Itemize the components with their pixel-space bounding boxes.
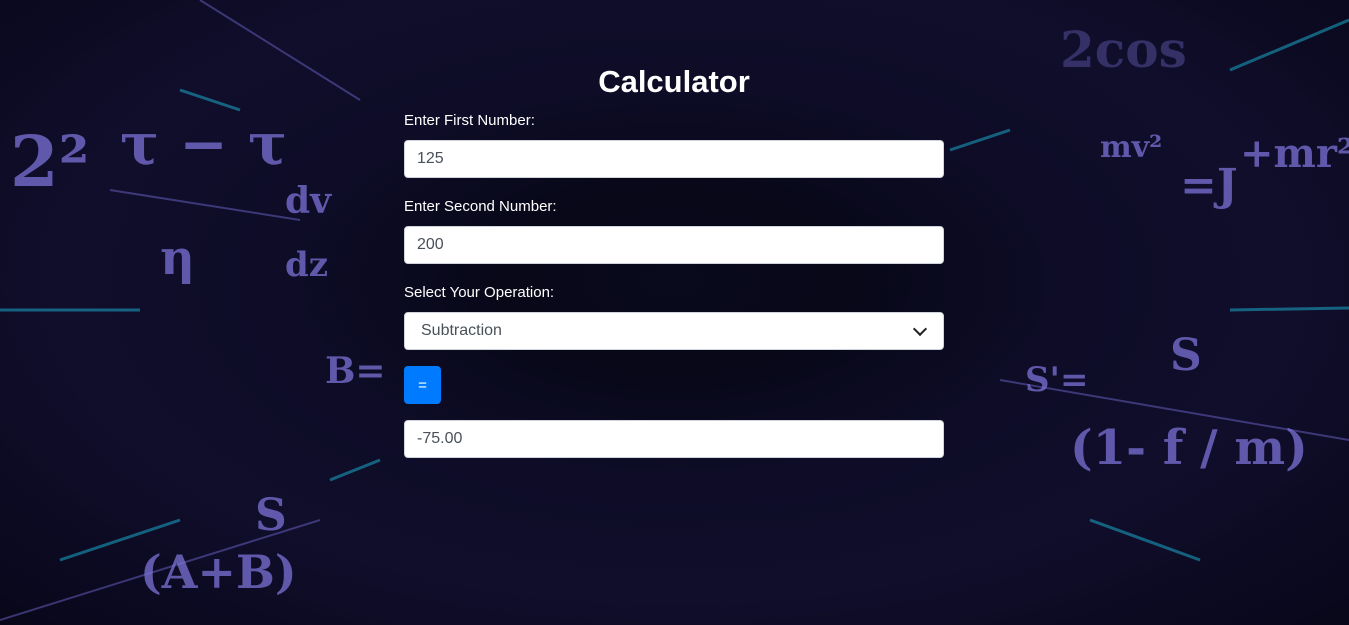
formula-text: 2² [10,120,90,203]
operation-label: Select Your Operation: [404,284,555,301]
first-number-label: Enter First Number: [404,112,535,129]
formula-text: S [1170,330,1202,381]
formula-text: dv [285,180,332,222]
operation-select[interactable]: Subtraction [404,312,944,350]
formula-text: S'= [1025,360,1089,400]
equals-button[interactable]: = [404,366,441,404]
formula-text: +mr² [1240,130,1349,177]
formula-text: (1- f / m) [1070,420,1308,476]
formula-text: mv² [1100,130,1163,165]
formula-text: η [160,230,195,286]
chevron-down-icon [912,321,928,336]
formula-text: dz [285,245,329,285]
formula-text: 2cos [1060,20,1187,79]
first-number-input[interactable] [404,140,944,178]
formula-text: B= [325,350,386,392]
formula-text: τ − τ [120,110,288,178]
page-title: Calculator [598,64,750,99]
second-number-input[interactable] [404,226,944,264]
operation-selected-value: Subtraction [421,322,502,339]
formula-text: S [255,490,287,541]
second-number-label: Enter Second Number: [404,198,557,215]
formula-text: (A+B) [140,545,297,599]
result-output[interactable] [404,420,944,458]
formula-text: =J [1180,160,1238,211]
